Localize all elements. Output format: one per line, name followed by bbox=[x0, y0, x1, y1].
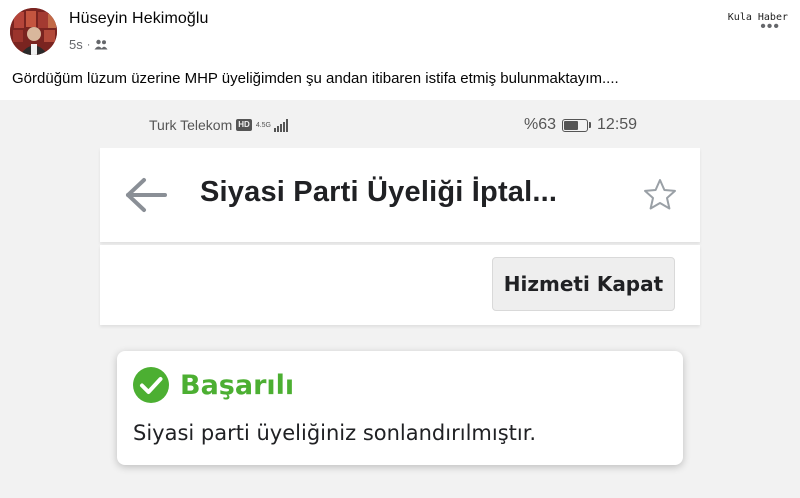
carrier-info: Turk Telekom HD 4.5G bbox=[149, 117, 288, 133]
close-service-button[interactable]: Hizmeti Kapat bbox=[492, 257, 675, 311]
meta-separator: · bbox=[86, 38, 91, 51]
post-header: Hüseyin Hekimoğlu 5s · Kula Haber ••• Gö… bbox=[0, 0, 800, 100]
battery-cap bbox=[589, 122, 592, 128]
network-type: 4.5G bbox=[255, 121, 271, 129]
post-meta: 5s · bbox=[69, 37, 108, 52]
page-title: Siyasi Parti Üyeliği İptal... bbox=[200, 176, 558, 208]
battery-status: %63 12:59 bbox=[524, 116, 637, 134]
signal-icon bbox=[273, 118, 288, 132]
phone-screenshot: Turk Telekom HD 4.5G %63 12:59 Siyasi Pa… bbox=[0, 100, 800, 498]
success-message: Siyasi parti üyeliğiniz sonlandırılmıştı… bbox=[133, 421, 537, 445]
more-options-icon[interactable]: ••• bbox=[760, 19, 780, 35]
avatar-image bbox=[10, 8, 57, 55]
friends-icon[interactable] bbox=[94, 39, 108, 50]
post-time[interactable]: 5s bbox=[69, 37, 83, 52]
check-circle-icon bbox=[133, 367, 169, 403]
app-bar: Siyasi Parti Üyeliği İptal... bbox=[100, 148, 700, 242]
success-alert: Başarılı Siyasi parti üyeliğiniz sonland… bbox=[117, 351, 683, 465]
arrow-left-icon[interactable] bbox=[125, 176, 167, 214]
carrier-name: Turk Telekom bbox=[149, 117, 233, 133]
battery-percent: %63 bbox=[524, 116, 557, 133]
battery-fill bbox=[564, 120, 578, 130]
star-outline-icon[interactable] bbox=[642, 177, 678, 213]
author-name[interactable]: Hüseyin Hekimoğlu bbox=[69, 10, 209, 28]
avatar[interactable] bbox=[10, 8, 57, 55]
hd-badge: HD bbox=[236, 119, 252, 131]
status-bar: Turk Telekom HD 4.5G %63 12:59 bbox=[100, 100, 700, 148]
post-text: Gördüğüm lüzum üzerine MHP üyeliğimden ş… bbox=[12, 70, 619, 87]
battery-icon bbox=[562, 118, 589, 132]
success-title: Başarılı bbox=[180, 370, 295, 401]
action-toolbar: Hizmeti Kapat bbox=[100, 245, 700, 325]
clock: 12:59 bbox=[597, 116, 638, 133]
